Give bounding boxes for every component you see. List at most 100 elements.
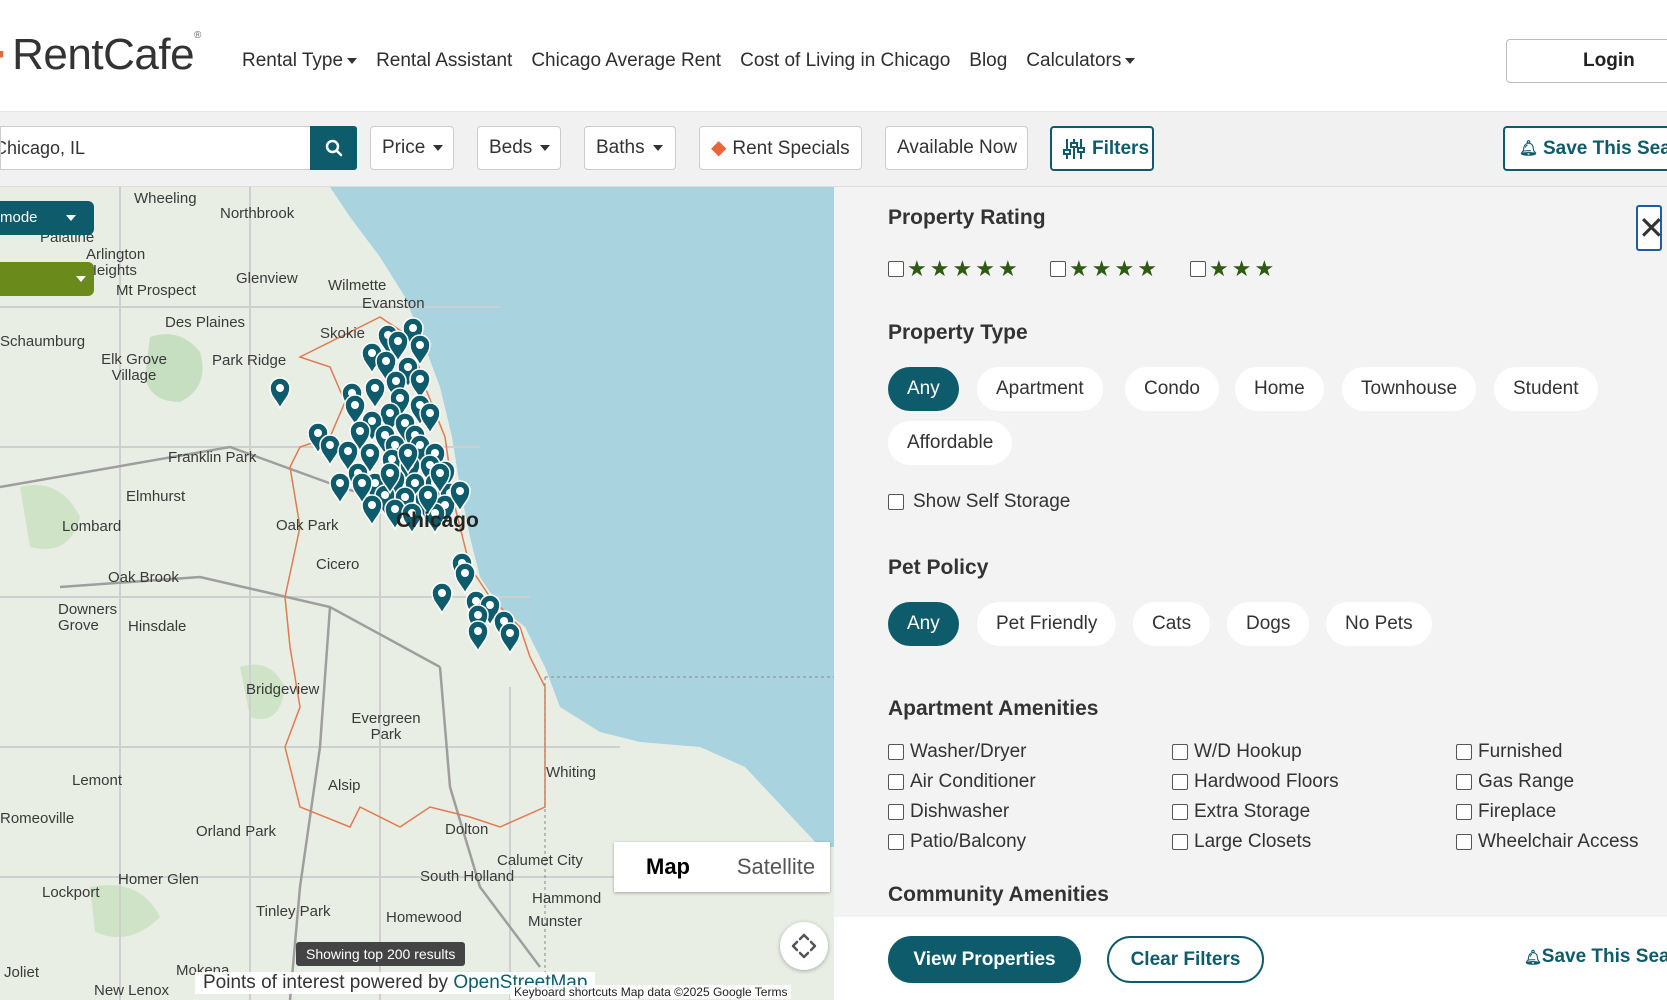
- pet-policy-no-pets[interactable]: No Pets: [1326, 602, 1432, 646]
- property-type-apartment[interactable]: Apartment: [977, 367, 1103, 411]
- place-label: Dolton: [445, 821, 489, 838]
- map-mode-dropdown[interactable]: mode: [0, 201, 94, 235]
- map-layer-dropdown[interactable]: [0, 262, 94, 296]
- amenity-checkbox[interactable]: [1172, 744, 1188, 760]
- amenity-checkbox[interactable]: [888, 804, 904, 820]
- star-icon: ★: [907, 256, 927, 281]
- fullscreen-button[interactable]: [780, 922, 828, 970]
- amenity-wd-hookup[interactable]: W/D Hookup: [1172, 741, 1302, 763]
- amenity-checkbox[interactable]: [1172, 804, 1188, 820]
- place-label: Evanston: [362, 295, 425, 312]
- baths-dropdown[interactable]: Baths: [584, 126, 676, 170]
- property-type-home[interactable]: Home: [1235, 367, 1324, 411]
- filters-button[interactable]: Filters: [1050, 126, 1154, 171]
- property-type-townhouse[interactable]: Townhouse: [1342, 367, 1477, 411]
- rating-3-stars-option[interactable]: ★ ★ ★: [1190, 256, 1274, 282]
- rating-4-checkbox[interactable]: [1050, 261, 1066, 277]
- view-properties-button[interactable]: View Properties: [888, 936, 1081, 983]
- chevron-down-icon: [433, 144, 444, 151]
- location-search-input[interactable]: [0, 126, 311, 170]
- save-search-bottom-label: Save This Search: [1541, 946, 1667, 967]
- map-attribution[interactable]: Keyboard shortcuts Map data ©2025 Google…: [510, 985, 792, 999]
- amenity-checkbox[interactable]: [888, 834, 904, 850]
- amenity-dishwasher[interactable]: Dishwasher: [888, 801, 1009, 823]
- chevron-down-icon: [65, 215, 76, 222]
- amenity-hardwood-floors[interactable]: Hardwood Floors: [1172, 771, 1339, 793]
- amenity-large-closets[interactable]: Large Closets: [1172, 831, 1311, 853]
- amenity-fireplace[interactable]: Fireplace: [1456, 801, 1556, 823]
- search-toolbar: Price Beds Baths ◆Rent Specials Availabl…: [0, 112, 1667, 187]
- property-pin-dot: [276, 384, 284, 392]
- rent-specials-button[interactable]: ◆ Rent Specials: [699, 126, 862, 170]
- nav-rental-assistant[interactable]: Rental Assistant: [376, 50, 512, 72]
- pet-policy-any[interactable]: Any: [888, 602, 959, 646]
- price-dropdown[interactable]: Price: [370, 126, 454, 170]
- top-header: ·RentCafe® Rental Type Rental Assistant …: [0, 0, 1667, 112]
- amenity-label: Air Conditioner: [910, 771, 1036, 792]
- rating-3-checkbox[interactable]: [1190, 261, 1206, 277]
- place-label: Glenview: [236, 270, 298, 287]
- show-self-storage-option[interactable]: Show Self Storage: [888, 491, 1070, 513]
- amenity-wheelchair-access[interactable]: Wheelchair Access: [1456, 831, 1639, 853]
- property-pin-dot: [371, 384, 379, 392]
- amenity-checkbox[interactable]: [1456, 774, 1472, 790]
- nav-blog[interactable]: Blog: [969, 50, 1007, 72]
- star-icon: ★: [1254, 256, 1275, 281]
- save-search-top-button[interactable]: 🔔︎ Save This Search: [1503, 126, 1667, 171]
- property-pin-dot: [368, 417, 376, 425]
- amenity-patio-balcony[interactable]: Patio/Balcony: [888, 831, 1026, 853]
- property-type-any[interactable]: Any: [888, 367, 959, 411]
- beds-dropdown[interactable]: Beds: [477, 126, 561, 170]
- place-label: Wheeling: [134, 190, 197, 207]
- property-type-student[interactable]: Student: [1494, 367, 1598, 411]
- rating-5-checkbox[interactable]: [888, 261, 904, 277]
- nav-chicago-average-rent[interactable]: Chicago Average Rent: [531, 50, 721, 72]
- nav-rental-type[interactable]: Rental Type: [242, 50, 358, 72]
- amenity-furnished[interactable]: Furnished: [1456, 741, 1563, 763]
- amenity-washer-dryer[interactable]: Washer/Dryer: [888, 741, 1026, 763]
- property-pin-dot: [409, 324, 417, 332]
- place-label: Romeoville: [0, 810, 75, 827]
- nav-calculators[interactable]: Calculators: [1026, 50, 1136, 72]
- property-type-affordable[interactable]: Affordable: [888, 421, 1013, 465]
- property-pin-dot: [472, 597, 480, 605]
- close-filters-button[interactable]: ✕: [1636, 205, 1665, 251]
- star-icon: ★: [1091, 256, 1112, 281]
- amenity-label: Furnished: [1478, 741, 1563, 762]
- rating-4-stars-option[interactable]: ★ ★ ★ ★: [1050, 256, 1157, 282]
- property-type-condo[interactable]: Condo: [1125, 367, 1219, 411]
- pet-policy-dogs[interactable]: Dogs: [1227, 602, 1310, 646]
- available-now-button[interactable]: Available Now: [885, 126, 1028, 170]
- self-storage-checkbox[interactable]: [888, 494, 904, 510]
- rating-5-stars-option[interactable]: ★ ★ ★ ★ ★: [888, 256, 1018, 282]
- amenity-gas-range[interactable]: Gas Range: [1456, 771, 1574, 793]
- nav-cost-of-living[interactable]: Cost of Living in Chicago: [740, 50, 950, 72]
- amenity-extra-storage[interactable]: Extra Storage: [1172, 801, 1310, 823]
- map-type-map[interactable]: Map: [614, 842, 722, 892]
- logo-mark-icon: ·: [0, 30, 9, 79]
- pet-policy-cats[interactable]: Cats: [1133, 602, 1211, 646]
- amenity-checkbox[interactable]: [888, 774, 904, 790]
- place-label: Elk Grove Village: [101, 351, 167, 384]
- save-search-bottom-link[interactable]: 🔔︎Save This Search: [1524, 946, 1667, 968]
- amenity-checkbox[interactable]: [1456, 804, 1472, 820]
- rentcafe-logo[interactable]: ·RentCafe®: [0, 30, 201, 80]
- sliders-icon: [1063, 139, 1085, 159]
- clear-filters-button[interactable]: Clear Filters: [1107, 936, 1264, 983]
- pet-policy-pet-friendly[interactable]: Pet Friendly: [977, 602, 1117, 646]
- chevron-down-icon: [76, 276, 86, 282]
- property-type-title: Property Type: [888, 321, 1028, 344]
- map-view[interactable]: Wheeling Northbrook Palatine Arlington H…: [0, 187, 834, 1000]
- place-label: New Lenox: [94, 982, 170, 999]
- search-icon: [325, 139, 342, 157]
- login-button[interactable]: Login: [1506, 39, 1667, 83]
- search-button[interactable]: [310, 126, 357, 170]
- amenity-checkbox[interactable]: [888, 744, 904, 760]
- amenity-checkbox[interactable]: [1172, 774, 1188, 790]
- amenity-checkbox[interactable]: [1456, 744, 1472, 760]
- amenity-checkbox[interactable]: [1172, 834, 1188, 850]
- map-type-satellite[interactable]: Satellite: [722, 842, 830, 892]
- registered-mark: ®: [194, 30, 201, 41]
- amenity-checkbox[interactable]: [1456, 834, 1472, 850]
- amenity-air-conditioner[interactable]: Air Conditioner: [888, 771, 1036, 793]
